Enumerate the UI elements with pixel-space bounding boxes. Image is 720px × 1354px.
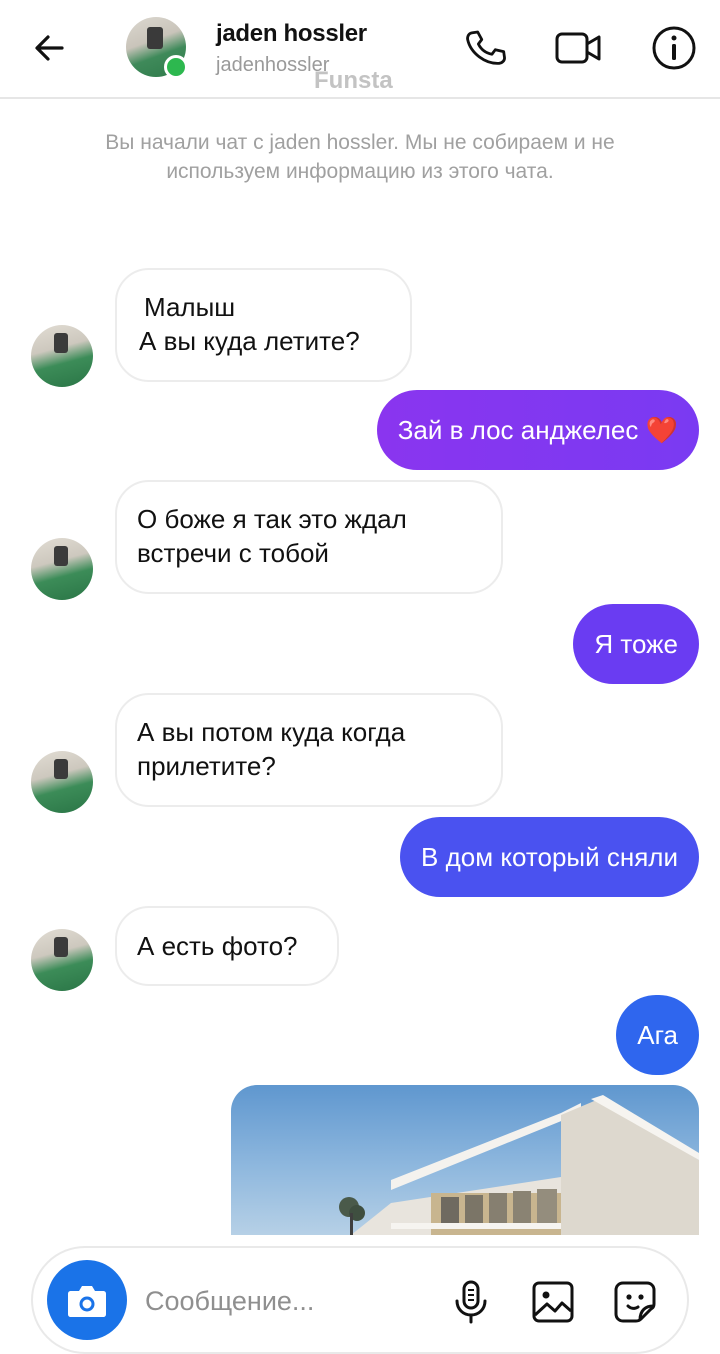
sender-avatar[interactable]: [31, 751, 93, 813]
incoming-message: Малыш А вы куда летите?: [115, 268, 412, 382]
message-composer: [31, 1246, 689, 1354]
shared-house-photo[interactable]: [231, 1085, 699, 1235]
message-line: А есть фото?: [137, 931, 298, 961]
chat-header: jaden hossler jadenhossler Funsta: [0, 0, 720, 99]
message-line: Малыш: [144, 292, 236, 322]
outgoing-message: В дом который сняли: [400, 817, 699, 897]
gallery-icon[interactable]: [529, 1278, 577, 1326]
message-line: А вы куда летите?: [139, 326, 360, 356]
watermark-text: Funsta: [314, 67, 393, 94]
sticker-icon[interactable]: [611, 1278, 659, 1326]
outgoing-message: Зай в лос анджелес ❤️: [376, 390, 699, 470]
message-line: встречи с тобой: [137, 538, 329, 568]
sender-avatar[interactable]: [31, 538, 93, 600]
chat-start-notice: Вы начали чат с jaden hossler. Мы не соб…: [105, 131, 615, 183]
online-status-dot: [164, 55, 188, 79]
camera-button[interactable]: [47, 1260, 127, 1340]
outgoing-message: Я тоже: [573, 604, 699, 684]
video-camera-icon[interactable]: [554, 24, 602, 72]
sender-avatar[interactable]: [31, 325, 93, 387]
house-illustration: [339, 1095, 699, 1235]
incoming-message: А есть фото?: [115, 906, 339, 986]
outgoing-message: Ага: [616, 995, 699, 1075]
message-line: О боже я так это ждал: [137, 504, 407, 534]
incoming-message: О боже я так это ждал встречи с тобой: [115, 480, 503, 594]
contact-username[interactable]: jadenhossler: [216, 54, 329, 77]
message-input[interactable]: [145, 1278, 435, 1324]
incoming-message: А вы потом куда когда прилетите?: [115, 693, 503, 807]
back-arrow-icon[interactable]: [28, 26, 72, 70]
microphone-icon[interactable]: [447, 1278, 495, 1326]
message-line: прилетите?: [137, 751, 276, 781]
info-icon[interactable]: [650, 24, 698, 72]
sender-avatar[interactable]: [31, 929, 93, 991]
phone-icon[interactable]: [462, 24, 510, 72]
message-line: А вы потом куда когда: [137, 717, 406, 747]
contact-name[interactable]: jaden hossler: [216, 20, 367, 48]
camera-icon: [68, 1286, 106, 1317]
